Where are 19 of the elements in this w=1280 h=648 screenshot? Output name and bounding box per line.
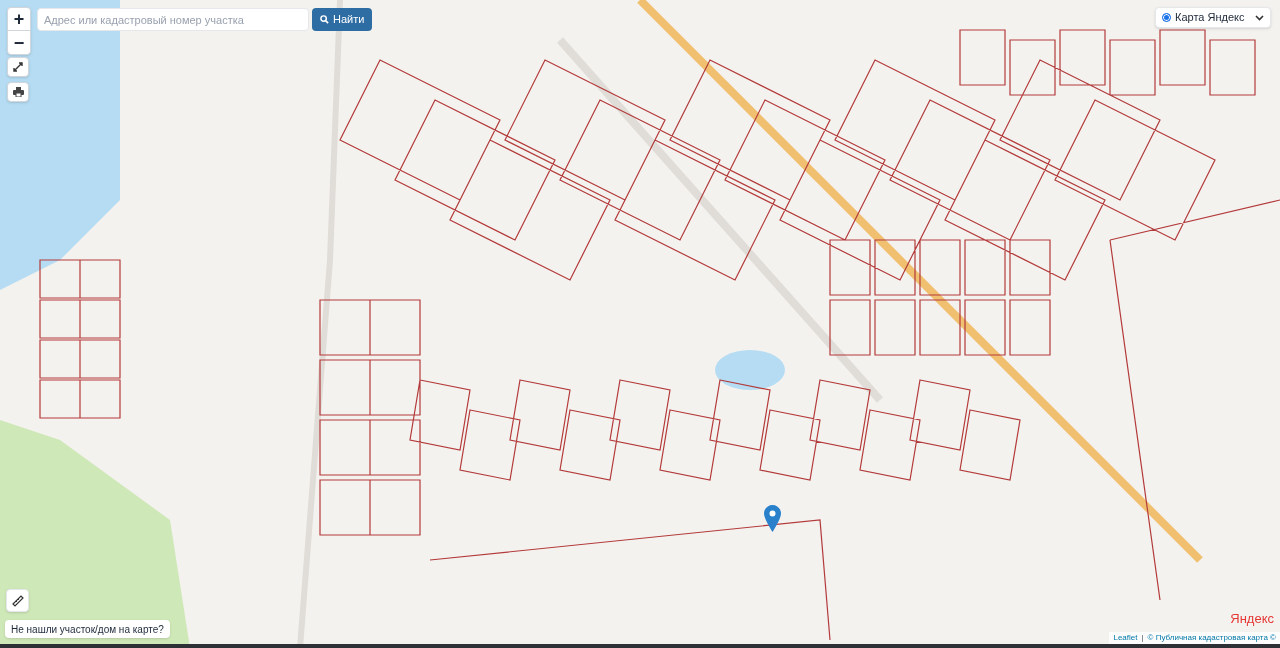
- search-button[interactable]: Найти: [312, 8, 373, 31]
- ruler-button[interactable]: [6, 589, 29, 612]
- expand-icon: [13, 62, 23, 72]
- zoom-out-button[interactable]: −: [8, 31, 30, 54]
- search-field[interactable]: Адрес или кадастровый номер участка: [37, 8, 309, 31]
- map-pin-icon: [764, 505, 781, 532]
- attribution-separator: |: [1141, 632, 1144, 644]
- attribution-text: © Публичная кадастровая карта ©: [1147, 632, 1276, 644]
- chevron-down-icon: [1255, 14, 1264, 21]
- printer-icon: [12, 87, 24, 97]
- print-button[interactable]: [7, 82, 29, 102]
- leaflet-link[interactable]: Leaflet: [1113, 632, 1138, 644]
- fullscreen-button[interactable]: [7, 57, 29, 77]
- map-logo: Яндекс: [1230, 612, 1274, 625]
- ruler-icon: [11, 594, 24, 607]
- zoom-in-button[interactable]: +: [8, 8, 30, 31]
- report-missing-button[interactable]: Не нашли участок/дом на карте?: [5, 620, 170, 638]
- search-icon: [320, 15, 329, 24]
- layer-select[interactable]: Карта Яндекс: [1155, 7, 1271, 28]
